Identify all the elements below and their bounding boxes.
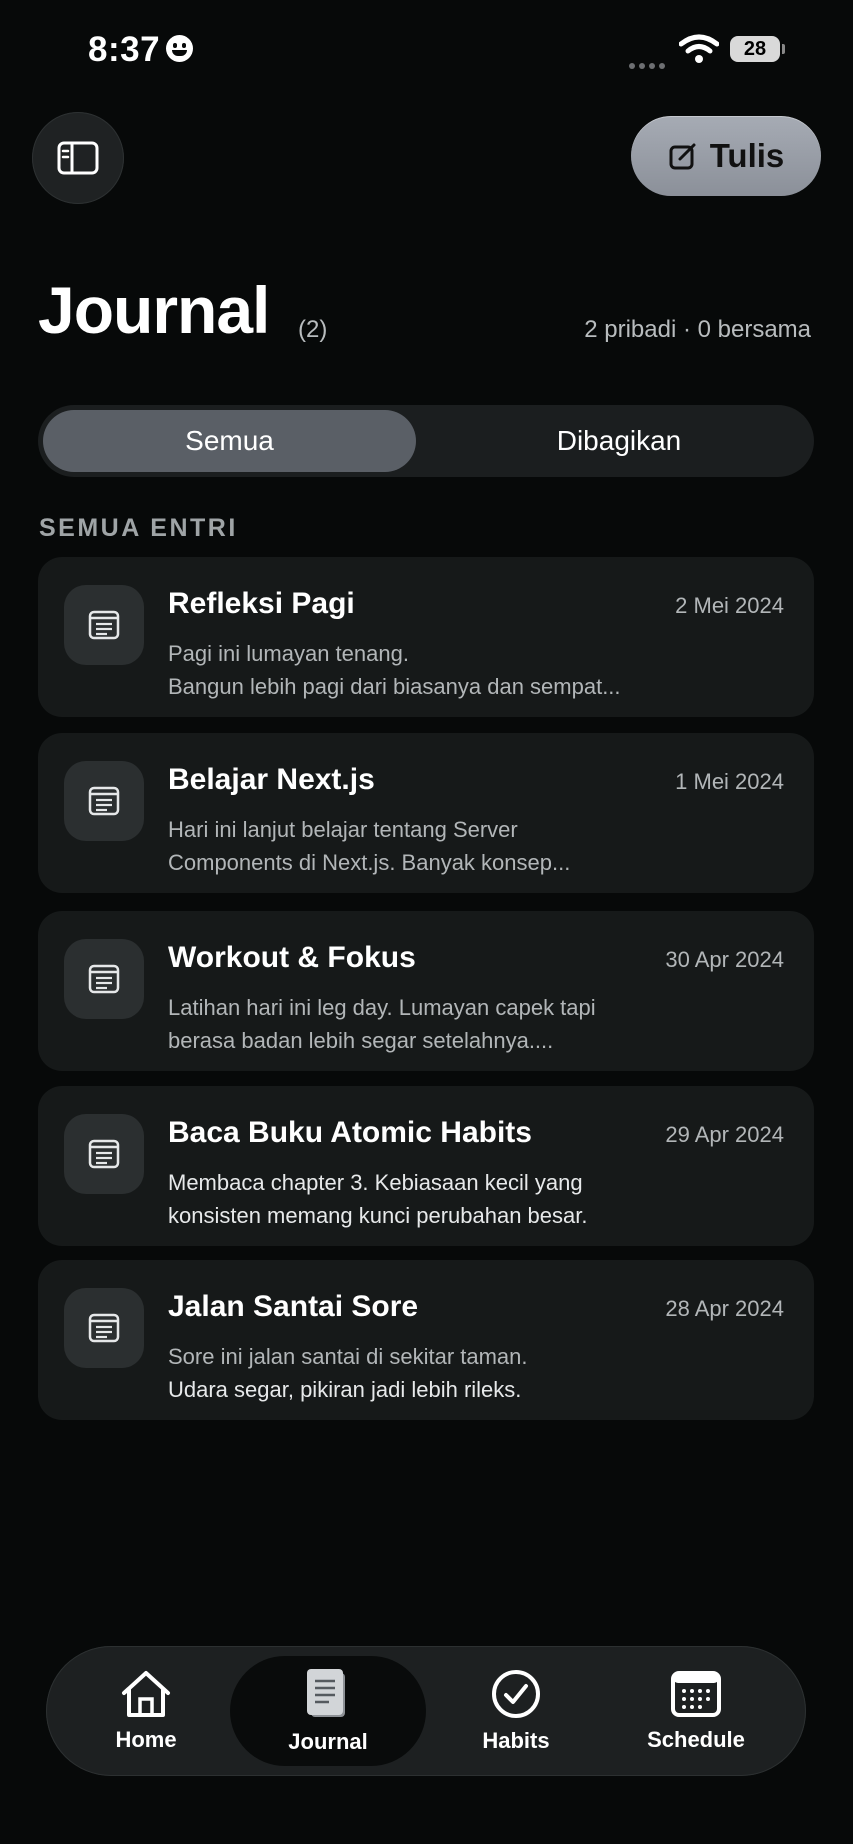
nav-item-habits[interactable]: Habits xyxy=(456,1646,576,1776)
entry-summary: 2 pribadi · 0 bersama xyxy=(584,316,811,343)
entry-date: 30 Apr 2024 xyxy=(665,947,784,972)
status-time: 8:37 xyxy=(88,30,194,70)
entry-preview: Sore ini jalan santai di sekitar taman. U… xyxy=(168,1344,528,1402)
sidebar-toggle-button[interactable] xyxy=(32,112,124,204)
entry-title: Refleksi Pagi xyxy=(168,587,355,620)
battery-indicator: 28 xyxy=(730,36,785,62)
nav-item-journal[interactable]: Journal xyxy=(230,1646,426,1776)
filter-segmented-control: Semua Dibagikan xyxy=(38,405,814,477)
smile-emoji-icon xyxy=(166,35,194,63)
home-icon xyxy=(122,1671,170,1717)
entry-date: 29 Apr 2024 xyxy=(665,1122,784,1147)
calendar-icon xyxy=(671,1671,721,1717)
nav-label-journal: Journal xyxy=(288,1729,368,1754)
sidebar-icon xyxy=(57,141,99,175)
cellular-signal-icon xyxy=(629,56,669,74)
entry-date: 2 Mei 2024 xyxy=(675,593,784,618)
entry-preview: Hari ini lanjut belajar tentang Server Co… xyxy=(168,817,571,875)
entry-icon-container xyxy=(64,761,144,841)
entry-title: Workout & Fokus xyxy=(168,941,416,974)
entry-icon-container xyxy=(64,585,144,665)
entry-icon-container xyxy=(64,939,144,1019)
entry-title: Belajar Next.js xyxy=(168,763,375,796)
section-label: SEMUA ENTRI xyxy=(39,514,238,542)
journal-entry-card[interactable]: Workout & Fokus 30 Apr 2024 Latihan hari… xyxy=(38,911,814,1071)
entry-date: 28 Apr 2024 xyxy=(665,1296,784,1321)
compose-icon xyxy=(669,143,696,170)
entry-date: 1 Mei 2024 xyxy=(675,769,784,794)
entry-title: Baca Buku Atomic Habits xyxy=(168,1116,532,1149)
nav-label-schedule: Schedule xyxy=(647,1727,745,1752)
nav-label-home: Home xyxy=(115,1727,177,1752)
note-icon xyxy=(88,1313,120,1343)
journal-entry-card[interactable]: Refleksi Pagi 2 Mei 2024 Pagi ini lumaya… xyxy=(38,557,814,717)
note-icon xyxy=(88,786,120,816)
bottom-navigation: Home Journal Habits Schedule xyxy=(46,1646,806,1776)
page-title: Journal xyxy=(38,273,270,347)
tab-all[interactable]: Semua xyxy=(43,410,416,472)
note-icon xyxy=(88,610,120,640)
entry-icon-container xyxy=(64,1114,144,1194)
tab-shared[interactable]: Dibagikan xyxy=(430,410,808,472)
entry-preview: Membaca chapter 3. Kebiasaan kecil yang k… xyxy=(168,1170,588,1228)
entry-icon-container xyxy=(64,1288,144,1368)
journal-entry-card[interactable]: Belajar Next.js 1 Mei 2024 Hari ini lanj… xyxy=(38,733,814,893)
write-button[interactable]: Tulis xyxy=(631,116,821,196)
journal-entry-card[interactable]: Baca Buku Atomic Habits 29 Apr 2024 Memb… xyxy=(38,1086,814,1246)
check-circle-icon xyxy=(492,1670,540,1718)
nav-label-habits: Habits xyxy=(482,1728,550,1753)
entry-count: (2) xyxy=(298,316,328,343)
nav-item-schedule[interactable]: Schedule xyxy=(626,1646,766,1776)
journal-icon xyxy=(307,1669,345,1717)
nav-item-home[interactable]: Home xyxy=(86,1646,206,1776)
entry-title: Jalan Santai Sore xyxy=(168,1290,419,1323)
note-icon xyxy=(88,964,120,994)
note-icon xyxy=(88,1139,120,1169)
wifi-icon xyxy=(679,34,719,63)
journal-entry-card[interactable]: Jalan Santai Sore 28 Apr 2024 Sore ini j… xyxy=(38,1260,814,1420)
write-button-label: Tulis xyxy=(709,137,785,174)
entry-preview: Pagi ini lumayan tenang. Bangun lebih pag… xyxy=(168,641,621,699)
entry-preview: Latihan hari ini leg day. Lumayan capek … xyxy=(168,995,596,1053)
